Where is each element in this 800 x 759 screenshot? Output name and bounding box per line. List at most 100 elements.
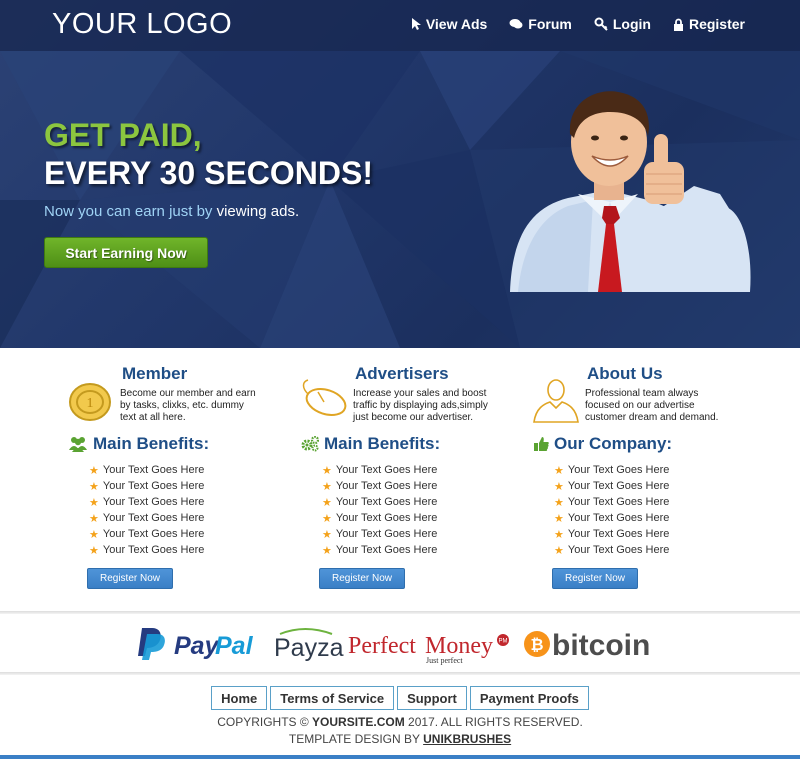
- design-prefix: TEMPLATE DESIGN BY: [288, 732, 424, 746]
- svg-text:bitcoin: bitcoin: [552, 629, 650, 662]
- advertisers-benefits-title: Main Benefits:: [324, 434, 441, 453]
- bottom-accent-bar: [0, 755, 800, 759]
- about-register-button[interactable]: Register Now: [552, 568, 638, 589]
- list-item-text: Your Text Goes Here: [567, 512, 670, 524]
- list-item: ★ Your Text Goes Here: [322, 542, 437, 558]
- copyright-site: YOURSITE.COM: [312, 715, 405, 729]
- thumbs-up-icon: [534, 437, 549, 451]
- gears-icon: [301, 436, 319, 452]
- list-item-text: Your Text Goes Here: [335, 544, 438, 556]
- designer-link[interactable]: UNIKBRUSHES: [423, 732, 511, 746]
- copyright-text: COPYRIGHTS © YOURSITE.COM 2017. ALL RIGH…: [0, 715, 800, 729]
- member-benefits-list: ★ Your Text Goes Here ★ Your Text Goes Her…: [89, 462, 204, 558]
- list-item-text: Your Text Goes Here: [335, 512, 438, 524]
- top-navbar: YOUR LOGO View Ads Forum Login Register: [0, 0, 800, 51]
- star-icon: ★: [89, 480, 99, 493]
- nav-register[interactable]: Register: [673, 16, 745, 32]
- list-item-text: Your Text Goes Here: [102, 496, 205, 508]
- member-benefits-heading: Main Benefits:: [68, 434, 209, 454]
- list-item-text: Your Text Goes Here: [335, 480, 438, 492]
- site-logo[interactable]: YOUR LOGO: [52, 8, 232, 41]
- payza-logo: Payza: [274, 628, 344, 662]
- payment-logos: Pay Pal Payza Perfect Money Just perfect…: [138, 628, 650, 665]
- list-item-text: Your Text Goes Here: [102, 544, 205, 556]
- company-title: Our Company:: [554, 434, 673, 453]
- nav-view-ads[interactable]: View Ads: [411, 16, 487, 32]
- start-earning-button[interactable]: Start Earning Now: [44, 237, 208, 268]
- star-icon: ★: [322, 544, 332, 557]
- star-icon: ★: [89, 496, 99, 509]
- about-title: About Us: [587, 364, 663, 383]
- chat-icon: [509, 19, 523, 29]
- list-item: ★ Your Text Goes Here: [89, 478, 204, 494]
- svg-text:Payza: Payza: [274, 634, 344, 662]
- lock-icon: [673, 18, 683, 31]
- list-item-text: Your Text Goes Here: [567, 480, 670, 492]
- star-icon: ★: [322, 512, 332, 525]
- bitcoin-logo: ₿ bitcoin: [524, 629, 650, 662]
- list-item: ★ Your Text Goes Here: [554, 462, 669, 478]
- star-icon: ★: [322, 480, 332, 493]
- star-icon: ★: [554, 480, 564, 493]
- businessman-thumbs-up-image: [510, 91, 751, 292]
- star-icon: ★: [322, 464, 332, 477]
- list-item-text: Your Text Goes Here: [335, 464, 438, 476]
- nav-login[interactable]: Login: [594, 16, 651, 32]
- section-divider: [0, 672, 800, 675]
- list-item: ★ Your Text Goes Here: [89, 494, 204, 510]
- list-item-text: Your Text Goes Here: [567, 544, 670, 556]
- list-item: ★ Your Text Goes Here: [554, 542, 669, 558]
- list-item: ★ Your Text Goes Here: [554, 510, 669, 526]
- footer-link-support[interactable]: Support: [397, 686, 467, 710]
- perfect-money-logo: Perfect Money Just perfect PM: [348, 633, 509, 665]
- list-item-text: Your Text Goes Here: [335, 496, 438, 508]
- svg-text:Pay: Pay: [174, 632, 220, 660]
- list-item: ★ Your Text Goes Here: [89, 510, 204, 526]
- list-item-text: Your Text Goes Here: [102, 480, 205, 492]
- key-icon: [594, 17, 608, 31]
- member-register-button[interactable]: Register Now: [87, 568, 173, 589]
- design-credit: TEMPLATE DESIGN BY UNIKBRUSHES: [0, 732, 800, 746]
- list-item: ★ Your Text Goes Here: [554, 526, 669, 542]
- nav-forum[interactable]: Forum: [509, 16, 572, 32]
- hero-subtext-plain: Now you can earn just by: [44, 203, 217, 220]
- list-item: ★ Your Text Goes Here: [322, 510, 437, 526]
- footer-link-payment-proofs[interactable]: Payment Proofs: [469, 686, 589, 710]
- nav-view-ads-label: View Ads: [425, 16, 488, 32]
- star-icon: ★: [554, 528, 564, 541]
- list-item: ★ Your Text Goes Here: [322, 462, 437, 478]
- headline-line1: GET PAID,: [44, 117, 202, 153]
- hero-subtext: Now you can earn just by viewing ads.: [44, 203, 299, 220]
- star-icon: ★: [89, 544, 99, 557]
- hero-banner: YOUR LOGO View Ads Forum Login Register …: [0, 0, 800, 348]
- list-item: ★ Your Text Goes Here: [554, 478, 669, 494]
- mouse-icon: [302, 379, 347, 416]
- nav-register-label: Register: [688, 16, 745, 32]
- advertisers-benefits-list: ★ Your Text Goes Here ★ Your Text Goes Her…: [322, 462, 437, 558]
- company-list: ★ Your Text Goes Here ★ Your Text Goes Her…: [554, 462, 669, 558]
- paypal-logo: Pay Pal: [138, 628, 254, 660]
- member-description: Become our member and earn by tasks, cli…: [120, 388, 256, 423]
- hero-subtext-strong: viewing ads.: [216, 203, 300, 220]
- about-description: Professional team always focused on our …: [585, 388, 719, 423]
- member-benefits-title: Main Benefits:: [93, 434, 210, 453]
- footer-link-terms[interactable]: Terms of Service: [270, 686, 395, 710]
- svg-text:1: 1: [87, 396, 94, 411]
- advertisers-register-button[interactable]: Register Now: [319, 568, 405, 589]
- list-item: ★ Your Text Goes Here: [89, 526, 204, 542]
- list-item: ★ Your Text Goes Here: [554, 494, 669, 510]
- headline-line2: EVERY 30 SECONDS!: [44, 155, 373, 191]
- copyright-prefix: COPYRIGHTS ©: [217, 715, 313, 729]
- footer-link-home[interactable]: Home: [211, 686, 268, 710]
- list-item-text: Your Text Goes Here: [335, 528, 438, 540]
- main-nav: View Ads Forum Login Register: [411, 16, 745, 32]
- coin-icon: 1: [69, 383, 111, 421]
- list-item-text: Your Text Goes Here: [567, 528, 670, 540]
- list-item: ★ Your Text Goes Here: [89, 462, 204, 478]
- star-icon: ★: [89, 512, 99, 525]
- svg-text:Perfect: Perfect: [348, 633, 416, 659]
- copyright-suffix: 2017. ALL RIGHTS RESERVED.: [404, 715, 583, 729]
- advertisers-benefits-heading: Main Benefits:: [301, 434, 440, 454]
- cursor-icon: [411, 18, 421, 30]
- nav-login-label: Login: [612, 16, 651, 32]
